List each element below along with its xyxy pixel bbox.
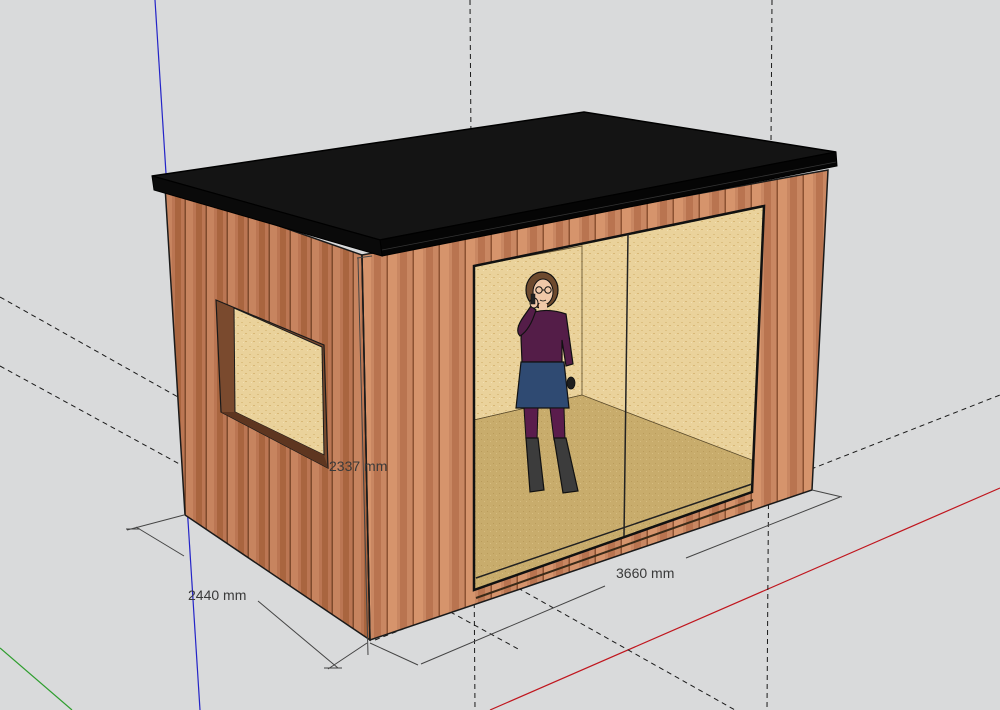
3d-model-viewport[interactable]: 2440 mm 2337 mm 3660 mm bbox=[0, 0, 1000, 710]
width-dimension-label: 3660 mm bbox=[616, 565, 674, 581]
green-axis bbox=[0, 647, 73, 710]
depth-dimension-label: 2440 mm bbox=[188, 587, 246, 603]
height-dimension-label: 2337 mm bbox=[329, 458, 387, 474]
garden-room[interactable] bbox=[151, 111, 838, 642]
